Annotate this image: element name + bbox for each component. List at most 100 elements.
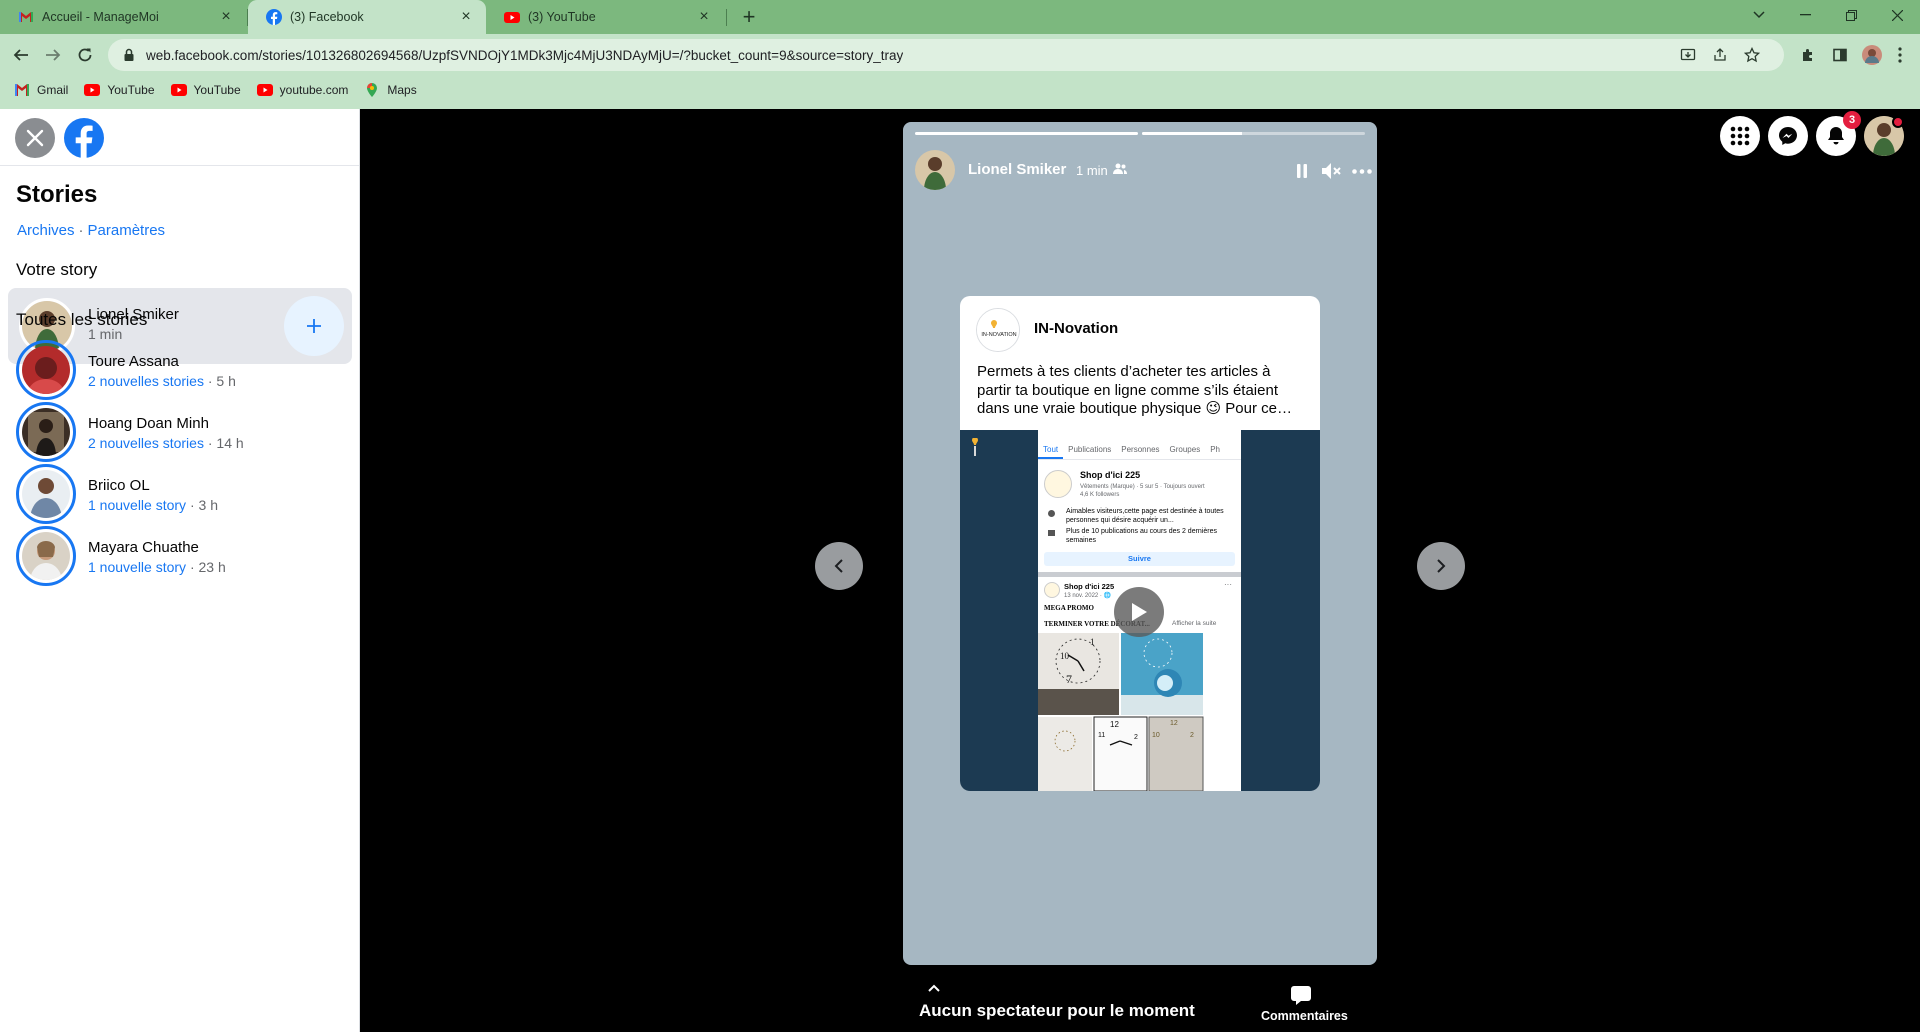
story-time: 14 h (216, 435, 244, 451)
mute-button[interactable] (1319, 158, 1345, 184)
svg-text:12: 12 (1110, 720, 1119, 729)
url-text: web.facebook.com/stories/101326802694568… (146, 47, 904, 63)
tab-managemoi[interactable]: Accueil - ManageMoi × (0, 0, 246, 34)
maps-icon (367, 83, 378, 97)
tab-title: (3) Facebook (290, 10, 364, 24)
pause-button[interactable] (1289, 158, 1315, 184)
status-dot (1892, 116, 1904, 128)
account-avatar[interactable] (1864, 116, 1904, 156)
settings-link[interactable]: Paramètres (88, 222, 166, 239)
screenshot-tab: Groupes (1169, 445, 1201, 454)
forward-button[interactable] (41, 43, 65, 67)
close-tab-icon[interactable]: × (458, 9, 474, 25)
viewers-status[interactable]: Aucun spectateur pour le moment (919, 1001, 1195, 1021)
story-author: Mayara Chuathe (88, 539, 199, 556)
shared-post[interactable]: IN-NOVATION IN-Novation Permets à tes cl… (960, 296, 1320, 791)
story-header: Lionel Smiker 1 min (915, 148, 1372, 190)
bookmark-youtube[interactable]: YouTube (170, 83, 241, 97)
story-author-avatar[interactable] (915, 150, 955, 190)
chevron-up-icon[interactable] (927, 983, 941, 993)
separator-dot: · (78, 222, 84, 239)
previous-story-button[interactable] (815, 542, 863, 590)
story-time: 1 min (1076, 163, 1108, 178)
new-tab-button[interactable]: + (736, 4, 762, 30)
story-new-count: 2 nouvelles stories (88, 373, 204, 389)
info-icon (1048, 510, 1055, 517)
story-new-count: 1 nouvelle story (88, 559, 187, 575)
bookmark-youtube[interactable]: YouTube (84, 83, 155, 97)
profile-avatar[interactable] (1860, 43, 1884, 67)
page-name[interactable]: IN-Novation (1034, 320, 1118, 337)
svg-text:10: 10 (1152, 732, 1160, 739)
extensions-icon[interactable] (1796, 43, 1820, 67)
svg-text:11: 11 (1098, 732, 1105, 739)
shop-info-2: Plus de 10 publications au cours des 2 d… (1066, 528, 1217, 544)
bookmark-gmail[interactable]: Gmail (14, 83, 68, 97)
bell-icon (1828, 127, 1844, 145)
tab-search-icon[interactable] (1736, 0, 1782, 30)
bookmark-label: Gmail (37, 83, 69, 97)
svg-text:2: 2 (1190, 732, 1194, 739)
toolbar: web.facebook.com/stories/101326802694568… (0, 34, 1920, 76)
story-list-item[interactable]: Toure Assana 2 nouvelles stories · 5 h (16, 340, 346, 402)
more-options-button[interactable] (1349, 158, 1375, 184)
play-video-button[interactable] (1114, 587, 1164, 637)
story-author: Briico OL (88, 477, 150, 494)
story-progress (915, 132, 1365, 135)
tab-facebook[interactable]: (3) Facebook × (248, 0, 486, 34)
reload-button[interactable] (73, 43, 97, 67)
shop-meta: Vêtements (Marque) · 5 sur 5 · Toujours … (1080, 484, 1205, 490)
close-tab-icon[interactable]: × (696, 9, 712, 25)
restore-button[interactable] (1828, 0, 1874, 30)
close-window-button[interactable] (1874, 0, 1920, 30)
side-panel-icon[interactable] (1828, 43, 1852, 67)
divider (1038, 572, 1241, 577)
address-bar[interactable]: web.facebook.com/stories/101326802694568… (108, 39, 1784, 71)
bookmark-star-icon[interactable] (1744, 39, 1760, 71)
story-list-item[interactable]: Briico OL 1 nouvelle story · 3 h (16, 464, 346, 526)
tab-youtube[interactable]: (3) YouTube × (486, 0, 724, 34)
notification-badge: 3 (1843, 111, 1861, 129)
avatar (16, 340, 76, 400)
screenshot-tab: Tout (1038, 442, 1064, 459)
next-story-button[interactable] (1417, 542, 1465, 590)
post-more-icon: ··· (1224, 580, 1232, 589)
share-icon[interactable] (1712, 39, 1728, 71)
archives-link[interactable]: Archives (17, 222, 75, 239)
bookmark-maps[interactable]: Maps (364, 83, 417, 97)
notifications-button[interactable]: 3 (1816, 111, 1861, 156)
facebook-logo-icon[interactable] (64, 118, 104, 158)
close-icon (26, 129, 44, 147)
browser-menu-icon[interactable] (1888, 43, 1912, 67)
minimize-button[interactable] (1782, 0, 1828, 30)
shop-name: Shop d'ici 225 (1080, 470, 1141, 480)
story-new-count: 1 nouvelle story (88, 497, 187, 513)
logo-text: IN-NOVATION (981, 332, 1016, 338)
bookmark-youtube-com[interactable]: youtube.com (256, 83, 348, 97)
close-stories-button[interactable] (15, 118, 55, 158)
menu-button[interactable] (1720, 116, 1760, 156)
story-author-name[interactable]: Lionel Smiker (968, 161, 1066, 178)
friends-audience-icon (1113, 163, 1127, 174)
back-button[interactable] (9, 43, 33, 67)
bookmarks-bar: Gmail YouTube YouTube youtube.com Maps (0, 76, 1920, 104)
product-photos: 10 1 7 12 11 2 12 10 2 (1038, 633, 1204, 791)
svg-text:1: 1 (1090, 637, 1095, 647)
shop-followers: 4,6 K followers (1080, 492, 1120, 498)
messenger-button[interactable] (1768, 116, 1808, 156)
story-author: Hoang Doan Minh (88, 415, 209, 432)
tab-separator (726, 9, 727, 26)
story-card[interactable]: Lionel Smiker 1 min IN-NOVATION IN-Novat… (903, 122, 1377, 965)
screenshot-tabs: Tout Publications Personnes Groupes Ph (1038, 442, 1241, 460)
svg-text:2: 2 (1134, 734, 1138, 741)
comments-button[interactable]: Commentaires (1261, 984, 1348, 1023)
story-time: 23 h (198, 559, 226, 575)
progress-segment (1142, 132, 1365, 135)
story-list-item[interactable]: Hoang Doan Minh 2 nouvelles stories · 14… (16, 402, 346, 464)
close-tab-icon[interactable]: × (218, 9, 234, 25)
story-list-item[interactable]: Mayara Chuathe 1 nouvelle story · 23 h (16, 526, 346, 588)
muted-speaker-icon (1322, 163, 1341, 179)
tab-title: (3) YouTube (528, 10, 596, 24)
install-app-icon[interactable] (1680, 39, 1696, 71)
post-media[interactable]: Tout Publications Personnes Groupes Ph S… (960, 430, 1320, 791)
